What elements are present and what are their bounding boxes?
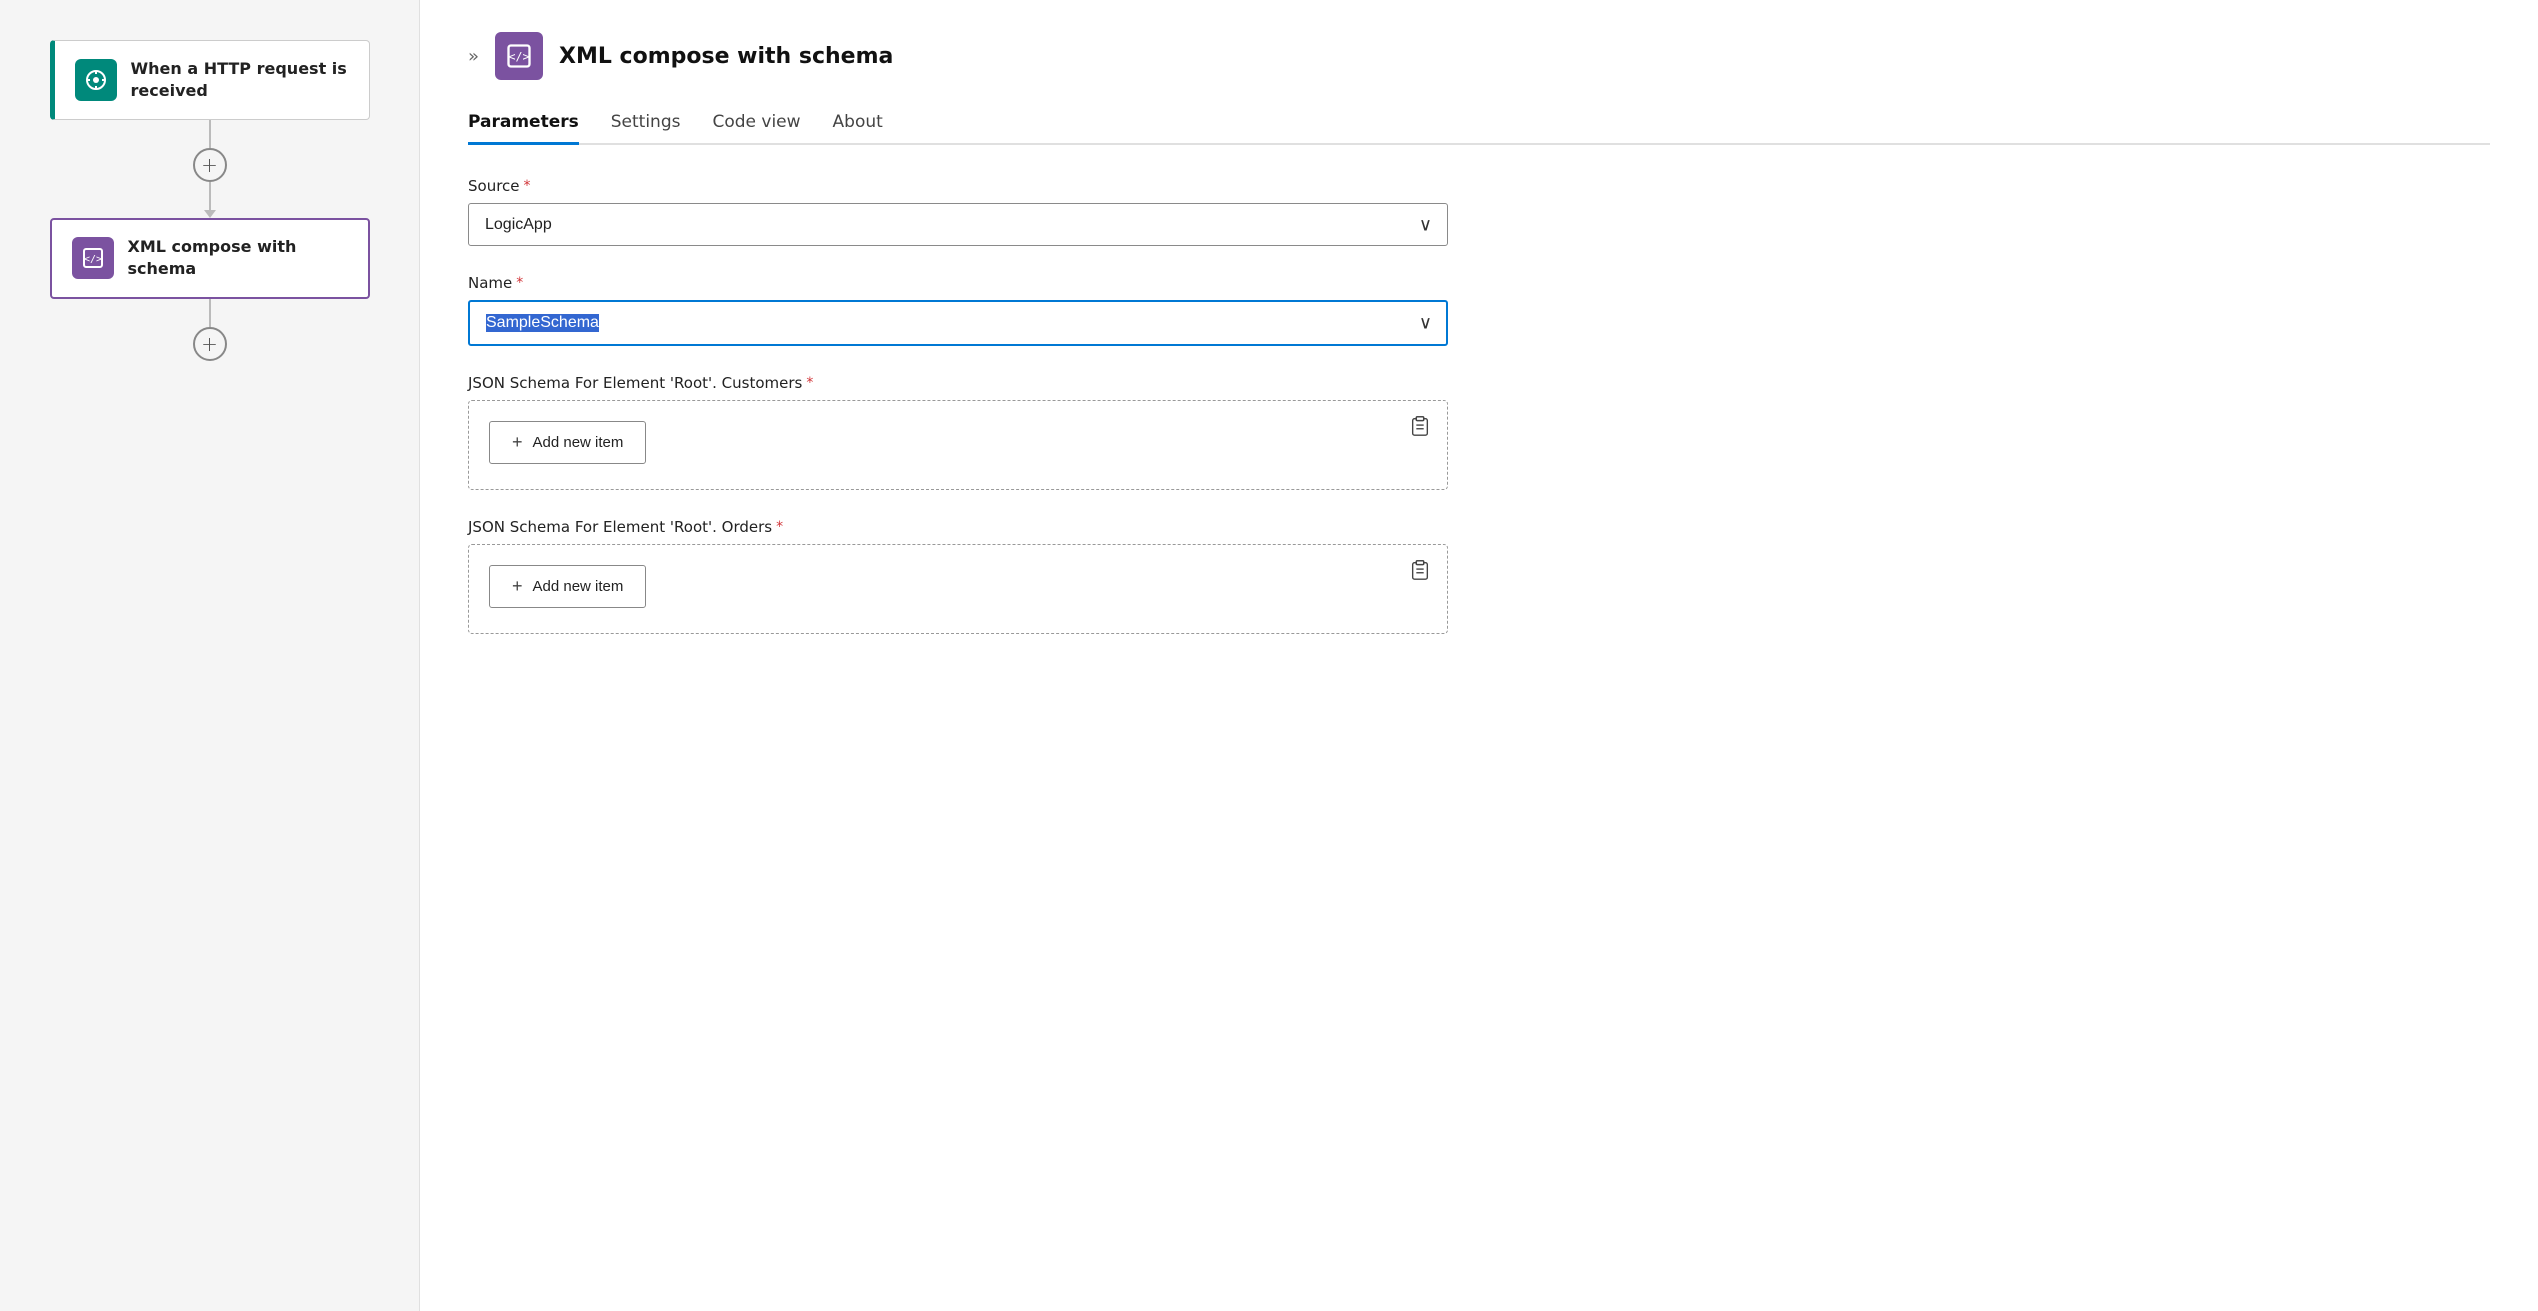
source-select-wrapper: LogicApp ∨ bbox=[468, 203, 1448, 246]
orders-required: * bbox=[776, 519, 783, 535]
tab-about[interactable]: About bbox=[833, 112, 883, 145]
name-input-wrapper: ∨ bbox=[468, 300, 1448, 346]
customers-paste-icon[interactable] bbox=[1409, 415, 1431, 443]
tab-parameters[interactable]: Parameters bbox=[468, 112, 579, 145]
orders-schema-group: JSON Schema For Element 'Root'. Orders *… bbox=[468, 518, 1448, 634]
action-icon: </> bbox=[72, 237, 114, 279]
source-label: Source * bbox=[468, 177, 1448, 195]
orders-schema-area: + Add new item bbox=[468, 544, 1448, 634]
connector-add-2: + bbox=[193, 299, 227, 361]
add-item-button-orders[interactable]: + Add new item bbox=[489, 565, 646, 608]
source-required: * bbox=[524, 178, 531, 194]
connector-add-1: + bbox=[193, 120, 227, 218]
orders-paste-icon[interactable] bbox=[1409, 559, 1431, 587]
name-label: Name * bbox=[468, 274, 1448, 292]
action-node[interactable]: </> XML compose with schema bbox=[50, 218, 370, 299]
action-label: XML compose with schema bbox=[128, 236, 348, 281]
name-field-group: Name * ∨ bbox=[468, 274, 1448, 346]
trigger-node[interactable]: When a HTTP request is received bbox=[50, 40, 370, 120]
orders-schema-label: JSON Schema For Element 'Root'. Orders * bbox=[468, 518, 1448, 536]
trigger-label: When a HTTP request is received bbox=[131, 58, 349, 103]
svg-text:</>: </> bbox=[83, 254, 101, 265]
add-between-button-1[interactable]: + bbox=[193, 148, 227, 182]
source-select[interactable]: LogicApp bbox=[468, 203, 1448, 246]
parameters-form: Source * LogicApp ∨ Name * ∨ bbox=[468, 177, 1448, 634]
svg-text:</>: </> bbox=[508, 50, 529, 64]
action-detail-panel: » </> XML compose with schema Parameters… bbox=[420, 0, 2538, 1311]
add-item-label-2: Add new item bbox=[533, 578, 624, 595]
customers-schema-group: JSON Schema For Element 'Root'. Customer… bbox=[468, 374, 1448, 490]
add-item-button-customers[interactable]: + Add new item bbox=[489, 421, 646, 464]
customers-schema-area: + Add new item bbox=[468, 400, 1448, 490]
tab-settings[interactable]: Settings bbox=[611, 112, 681, 145]
workflow-canvas: When a HTTP request is received + </> XM… bbox=[0, 0, 420, 1311]
panel-action-icon: </> bbox=[495, 32, 543, 80]
breadcrumb-chevron: » bbox=[468, 46, 479, 67]
plus-icon-2: + bbox=[512, 576, 523, 597]
customers-required: * bbox=[806, 375, 813, 391]
add-after-button[interactable]: + bbox=[193, 327, 227, 361]
name-required: * bbox=[516, 275, 523, 291]
tab-code-view[interactable]: Code view bbox=[712, 112, 800, 145]
plus-icon-1: + bbox=[512, 432, 523, 453]
customers-schema-label: JSON Schema For Element 'Root'. Customer… bbox=[468, 374, 1448, 392]
name-input[interactable] bbox=[468, 300, 1448, 346]
add-item-label-1: Add new item bbox=[533, 434, 624, 451]
panel-title: XML compose with schema bbox=[559, 44, 893, 69]
tab-bar: Parameters Settings Code view About bbox=[468, 112, 2490, 145]
panel-header: » </> XML compose with schema bbox=[468, 32, 2490, 80]
trigger-icon bbox=[75, 59, 117, 101]
source-field-group: Source * LogicApp ∨ bbox=[468, 177, 1448, 246]
